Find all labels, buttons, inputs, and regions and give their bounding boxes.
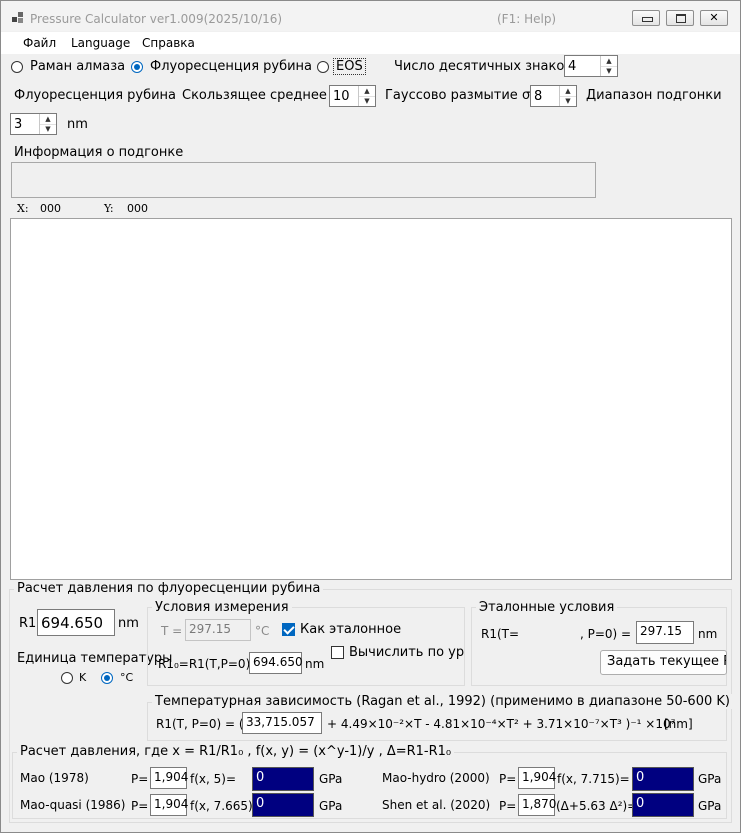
spin-down-icon[interactable]: ▼: [560, 96, 576, 106]
mao-quasi-1986-label: Mao-quasi (1986): [20, 798, 126, 812]
shen-2020-coef[interactable]: 1,870: [518, 794, 556, 816]
radio-unit-c[interactable]: [101, 672, 113, 684]
moving-avg-stepper[interactable]: 10 ▲ ▼: [329, 85, 376, 107]
spin-down-icon[interactable]: ▼: [40, 124, 56, 134]
gpa-unit: GPa: [698, 799, 722, 813]
radio-eos-label[interactable]: EOS: [333, 58, 366, 75]
radio-diamond-raman[interactable]: [11, 61, 23, 73]
help-hint: (F1: Help): [497, 12, 557, 26]
maximize-icon: [676, 14, 686, 23]
fit-range-unit: nm: [67, 117, 88, 132]
fit-range-label: Диапазон подгонки: [586, 88, 722, 103]
shen-2020-result[interactable]: 0: [632, 793, 694, 817]
gpa-unit: GPa: [319, 799, 343, 813]
compute-label[interactable]: Вычислить по ура: [349, 645, 464, 660]
radio-eos[interactable]: [317, 61, 329, 73]
menu-help[interactable]: Справка: [142, 36, 195, 50]
gpa-unit: GPa: [698, 772, 722, 786]
minimize-icon: [642, 17, 653, 22]
compute-checkbox[interactable]: [331, 646, 344, 659]
set-current-button[interactable]: Задать текущее R: [600, 650, 727, 675]
window-title: Pressure Calculator ver1.009(2025/10/16): [30, 12, 283, 26]
shen-2020-func: (Δ+5.63 Δ²)=: [556, 799, 638, 813]
decimals-stepper[interactable]: 4 ▲ ▼: [564, 55, 618, 77]
as-reference-label[interactable]: Как эталонное: [300, 622, 401, 637]
mao-hydro-2000-result[interactable]: 0: [632, 767, 694, 791]
r1t-label: R1(T=: [481, 627, 520, 641]
temp-dep-formula: + 4.49×10⁻²×T - 4.81×10⁻⁴×T² + 3.71×10⁻⁷…: [327, 717, 676, 731]
temperature-label: T =: [161, 624, 183, 638]
r1-input[interactable]: 694.650: [37, 609, 115, 636]
ruby-section-label: Флуоресценция рубина: [14, 88, 177, 103]
mao-hydro-2000-func: f(x, 7.715)=: [557, 772, 630, 786]
moving-avg-value[interactable]: 10: [333, 89, 350, 104]
mao-hydro-2000-label: Mao-hydro (2000): [382, 771, 490, 785]
radio-unit-k-label[interactable]: K: [79, 671, 86, 684]
spin-down-icon[interactable]: ▼: [601, 66, 617, 76]
mao-1978-label: Mao (1978): [20, 771, 89, 785]
r10-unit: nm: [305, 657, 325, 671]
r1-unit: nm: [118, 616, 139, 631]
fit-info-label: Информация о подгонке: [14, 145, 184, 160]
decimals-label: Число десятичных знаков: [394, 59, 572, 74]
p-label: P=: [131, 799, 149, 813]
radio-ruby-fluorescence-label[interactable]: Флуоресценция рубина: [150, 59, 312, 74]
close-button[interactable]: ✕: [700, 10, 728, 26]
cursor-y-value: 000: [127, 202, 148, 215]
pressure-calc-title: Расчет давления, где x = R1/R1₀ , f(x, y…: [17, 744, 455, 759]
p-label: P=: [499, 772, 517, 786]
temperature-input[interactable]: 297.15: [185, 619, 251, 641]
r10-label: R1₀=R1(T,P=0): [158, 657, 251, 671]
mao-1978-result[interactable]: 0: [252, 767, 314, 791]
menu-file[interactable]: Файл: [23, 36, 56, 50]
shen-2020-label: Shen et al. (2020): [382, 798, 491, 812]
temperature-unit: °C: [255, 624, 270, 638]
gauss-stepper[interactable]: 8 ▲ ▼: [530, 85, 577, 107]
radio-ruby-fluorescence[interactable]: [131, 61, 143, 73]
radio-diamond-raman-label[interactable]: Раман алмаза: [30, 59, 125, 74]
decimals-value[interactable]: 4: [568, 59, 576, 74]
measurement-title: Условия измерения: [152, 600, 292, 615]
cursor-y-label: Y:: [104, 202, 114, 215]
reference-title: Эталонные условия: [476, 600, 618, 615]
temp-dep-prefix: R1(T, P=0) = (: [156, 717, 244, 731]
maximize-button[interactable]: [666, 10, 694, 26]
r1t-unit: nm: [698, 627, 718, 641]
ruby-calc-title: Расчет давления по флуоресценции рубина: [14, 581, 324, 596]
as-reference-checkbox[interactable]: [282, 623, 295, 636]
p0-label: , P=0) =: [580, 627, 632, 641]
fit-range-value[interactable]: 3: [14, 117, 22, 132]
temp-dep-unit: [nm]: [664, 717, 693, 731]
fit-info-box: [11, 162, 596, 198]
mao-1978-func: f(x, 5)=: [190, 772, 237, 786]
minimize-button[interactable]: [632, 10, 660, 26]
mao-quasi-1986-result[interactable]: 0: [252, 793, 314, 817]
mao-quasi-1986-coef[interactable]: 1,904: [150, 794, 188, 816]
cursor-x-value: 000: [40, 202, 61, 215]
spin-down-icon[interactable]: ▼: [359, 96, 375, 106]
p-label: P=: [499, 799, 517, 813]
radio-unit-c-label[interactable]: °C: [120, 671, 133, 684]
spectrum-plot[interactable]: [10, 218, 732, 580]
r10-input[interactable]: 694.650: [249, 652, 303, 674]
fit-range-stepper[interactable]: 3 ▲ ▼: [10, 113, 57, 135]
mao-1978-coef[interactable]: 1,904: [150, 767, 188, 789]
app-icon: [12, 12, 24, 24]
r1t-input[interactable]: 297.15: [636, 621, 694, 644]
temp-dep-title: Температурная зависимость (Ragan et al.,…: [152, 694, 733, 709]
gauss-label: Гауссово размытие σ: [385, 88, 531, 103]
p-label: P=: [131, 772, 149, 786]
cursor-x-label: X:: [17, 202, 29, 215]
gpa-unit: GPa: [319, 772, 343, 786]
temp-dep-value[interactable]: 33,715.057: [242, 712, 322, 734]
menu-language[interactable]: Language: [71, 36, 130, 50]
radio-unit-k[interactable]: [61, 672, 73, 684]
r1-label: R1: [19, 616, 37, 631]
close-icon: ✕: [709, 11, 719, 24]
gauss-value[interactable]: 8: [534, 89, 542, 104]
mao-hydro-2000-coef[interactable]: 1,904: [518, 767, 556, 789]
moving-avg-label: Скользящее среднее: [182, 88, 327, 103]
